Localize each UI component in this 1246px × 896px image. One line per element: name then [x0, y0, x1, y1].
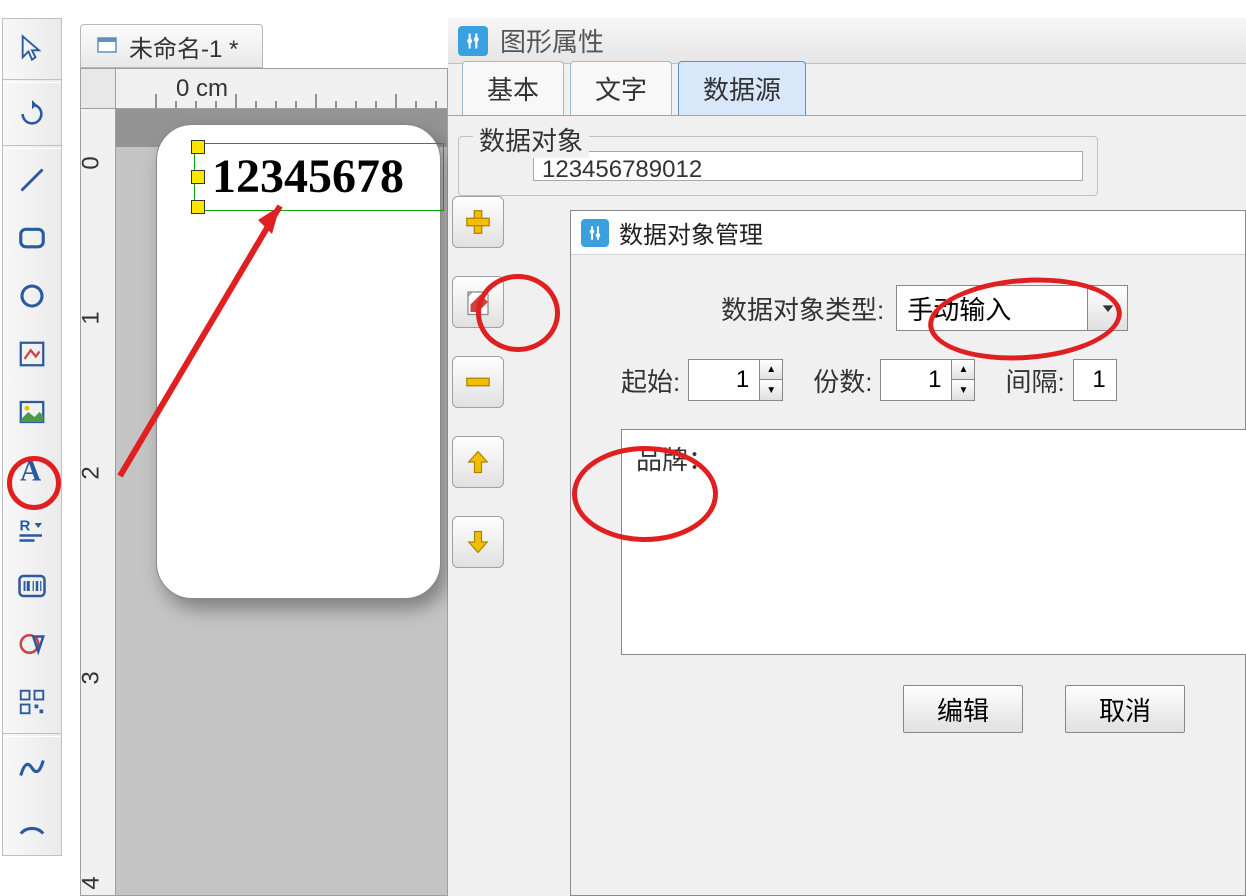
resize-handle-ml[interactable] — [191, 170, 205, 184]
arc-icon — [17, 811, 47, 841]
chevron-down-icon — [1100, 300, 1116, 316]
edit-data-object-button[interactable] — [452, 276, 504, 328]
svg-text:R: R — [20, 518, 31, 535]
start-spinner[interactable]: ▲▼ — [688, 359, 783, 401]
curve-tool[interactable] — [3, 739, 61, 797]
start-label: 起始: — [621, 362, 680, 399]
resize-handle-tl[interactable] — [191, 140, 205, 154]
ruler-v-4: 4 — [78, 876, 106, 889]
tab-basic[interactable]: 基本 — [462, 61, 564, 115]
ruler-v-3: 3 — [78, 671, 106, 684]
resize-handle-bl[interactable] — [191, 200, 205, 214]
combo-dropdown-button[interactable] — [1087, 286, 1127, 330]
data-object-manage-dialog: 数据对象管理 数据对象类型: 起始: ▲▼ 份数: — [570, 210, 1246, 896]
rounded-rect-icon — [17, 223, 47, 253]
copies-input[interactable] — [881, 360, 951, 400]
minus-icon — [463, 367, 493, 397]
edit-pencil-icon — [463, 287, 493, 317]
data-object-type-label: 数据对象类型: — [721, 290, 884, 327]
barcode-icon — [17, 571, 47, 601]
ruler-corner — [81, 69, 116, 109]
line-tool[interactable] — [3, 151, 61, 209]
rotate-icon — [18, 100, 46, 128]
qrcode-tool[interactable] — [3, 673, 61, 731]
text-tool[interactable]: A — [3, 441, 61, 499]
picture-icon — [17, 397, 47, 427]
shape-tool[interactable] — [3, 615, 61, 673]
interval-input[interactable] — [1074, 360, 1116, 400]
start-spin-up[interactable]: ▲ — [760, 360, 782, 380]
ruler-v-0: 0 — [78, 156, 106, 169]
canvas-area: 0 cm 0 1 2 3 4 12345678 — [80, 68, 448, 896]
ellipse-tool[interactable] — [3, 267, 61, 325]
dialog-title: 数据对象管理 — [619, 215, 763, 250]
data-object-type-input[interactable] — [897, 286, 1087, 330]
dialog-icon — [581, 219, 609, 247]
copies-label: 份数: — [813, 362, 872, 399]
brand-textarea[interactable]: 品牌： — [621, 429, 1246, 655]
data-object-group-label: 数据对象 — [473, 121, 589, 158]
shape-icon — [17, 629, 47, 659]
arrow-down-icon — [464, 528, 492, 556]
vertical-ruler[interactable]: 0 1 2 3 4 — [81, 109, 116, 895]
move-down-button[interactable] — [452, 516, 504, 568]
arc-tool[interactable] — [3, 797, 61, 855]
vector-icon — [17, 339, 47, 369]
selection-box — [194, 143, 444, 211]
line-icon — [18, 166, 46, 194]
data-object-group: 数据对象 123456789012 — [458, 136, 1098, 196]
plus-icon — [463, 207, 493, 237]
interval-spinner[interactable] — [1073, 359, 1117, 401]
data-object-buttons — [452, 196, 504, 568]
rounded-rect-tool[interactable] — [3, 209, 61, 267]
remove-data-object-button[interactable] — [452, 356, 504, 408]
cursor-icon — [18, 34, 46, 62]
text-object-selected[interactable]: 12345678 — [194, 143, 444, 211]
tab-datasource[interactable]: 数据源 — [678, 61, 806, 115]
dialog-body: 数据对象类型: 起始: ▲▼ 份数: ▲▼ — [571, 255, 1245, 655]
interval-label: 间隔: — [1005, 362, 1064, 399]
data-object-list[interactable]: 123456789012 — [533, 151, 1083, 181]
ruler-v-1: 1 — [78, 311, 106, 324]
data-object-type-combo[interactable] — [896, 285, 1128, 331]
dialog-titlebar[interactable]: 数据对象管理 — [571, 211, 1245, 255]
add-data-object-button[interactable] — [452, 196, 504, 248]
start-input[interactable] — [689, 360, 759, 400]
ruler-h-ticks — [116, 94, 447, 108]
pointer-tool[interactable] — [3, 19, 61, 77]
svg-text:A: A — [20, 456, 41, 486]
barcode-tool[interactable] — [3, 557, 61, 615]
richtext-icon: R — [17, 513, 47, 543]
properties-tabs: 基本 文字 数据源 — [448, 64, 1246, 116]
ellipse-icon — [17, 281, 47, 311]
ruler-v-2: 2 — [78, 466, 106, 479]
properties-titlebar: 图形属性 — [448, 18, 1246, 64]
copies-spin-up[interactable]: ▲ — [952, 360, 974, 380]
horizontal-ruler[interactable]: 0 cm — [116, 69, 447, 109]
brand-label: 品牌： — [636, 445, 714, 475]
start-spin-down[interactable]: ▼ — [760, 380, 782, 400]
move-up-button[interactable] — [452, 436, 504, 488]
rotate-tool[interactable] — [3, 85, 61, 143]
document-icon — [95, 34, 119, 58]
qrcode-icon — [17, 687, 47, 717]
dialog-buttons: 编辑 取消 — [571, 655, 1245, 733]
properties-icon — [458, 26, 488, 56]
edit-button[interactable]: 编辑 — [903, 685, 1023, 733]
curve-icon — [17, 753, 47, 783]
tab-text[interactable]: 文字 — [570, 61, 672, 115]
cancel-button[interactable]: 取消 — [1065, 685, 1185, 733]
text-a-icon: A — [16, 454, 48, 486]
copies-spin-down[interactable]: ▼ — [952, 380, 974, 400]
properties-title: 图形属性 — [500, 22, 604, 59]
document-tab[interactable]: 未命名-1 * — [80, 24, 263, 68]
vector-image-tool[interactable] — [3, 325, 61, 383]
picture-tool[interactable] — [3, 383, 61, 441]
left-toolbar: A R — [2, 18, 62, 856]
document-tab-label: 未命名-1 * — [129, 29, 238, 64]
copies-spinner[interactable]: ▲▼ — [880, 359, 975, 401]
arrow-up-icon — [464, 448, 492, 476]
richtext-tool[interactable]: R — [3, 499, 61, 557]
